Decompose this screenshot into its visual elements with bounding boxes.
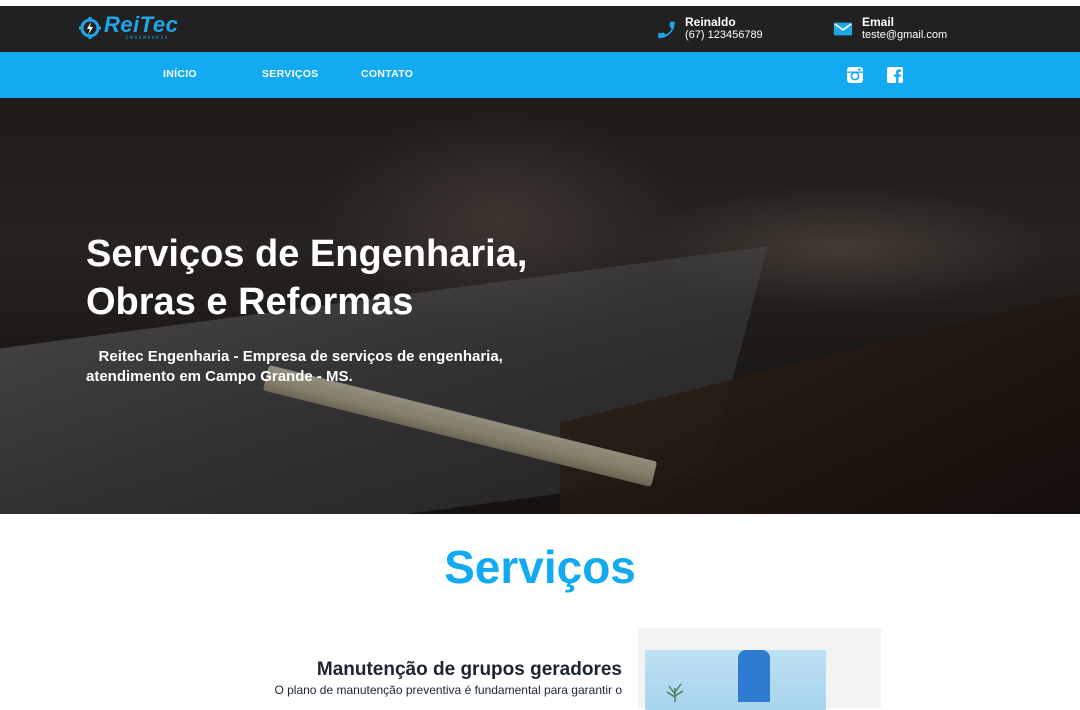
brand-name: ReiTec <box>104 12 179 37</box>
contact-phone-number: (67) 123456789 <box>685 29 763 42</box>
facebook-icon[interactable] <box>886 66 904 84</box>
contact-phone[interactable]: Reinaldo (67) 123456789 <box>655 15 763 42</box>
nav-item-contato[interactable]: CONTATO <box>361 68 413 80</box>
hero-subtitle: Reitec Engenharia - Empresa de serviços … <box>86 347 686 387</box>
main-nav: INÍCIO SERVIÇOS CONTATO <box>0 52 1080 98</box>
contact-email-address: teste@gmail.com <box>862 29 948 42</box>
plant-icon <box>666 683 684 702</box>
hero-title: Serviços de Engenharia, Obras e Reformas <box>86 230 686 326</box>
hero-title-line-1: Serviços de Engenharia, <box>86 233 528 275</box>
instagram-icon[interactable] <box>846 66 864 84</box>
service-item-title: Manutenção de grupos geradores <box>316 659 622 680</box>
contact-email[interactable]: Email teste@gmail.com <box>832 15 948 42</box>
contact-email-label: Email <box>862 15 895 29</box>
mail-icon <box>833 22 853 36</box>
contact-name: Reinaldo <box>685 15 736 29</box>
brand-logo[interactable]: ReiTec ENGENHARIA <box>78 14 178 42</box>
phone-icon <box>658 21 675 38</box>
top-bar: ReiTec ENGENHARIA Reinaldo (67) 12345678… <box>0 6 1080 52</box>
services-section-title: Serviços <box>444 541 636 593</box>
nav-item-servicos[interactable]: SERVIÇOS <box>262 68 318 80</box>
hero-banner: Serviços de Engenharia, Obras e Reformas… <box>0 98 1080 514</box>
nav-item-inicio[interactable]: INÍCIO <box>163 68 197 80</box>
service-image-figure <box>738 650 770 702</box>
hero-subtitle-line-2: atendimento em Campo Grande - MS. <box>86 368 353 385</box>
service-item-description: O plano de manutenção preventiva é funda… <box>274 683 622 697</box>
hero-title-line-2: Obras e Reformas <box>86 281 414 323</box>
brand-subtitle: ENGENHARIA <box>126 36 170 41</box>
gear-icon <box>79 16 101 39</box>
hero-subtitle-line-1: Reitec Engenharia - Empresa de serviços … <box>98 348 503 365</box>
